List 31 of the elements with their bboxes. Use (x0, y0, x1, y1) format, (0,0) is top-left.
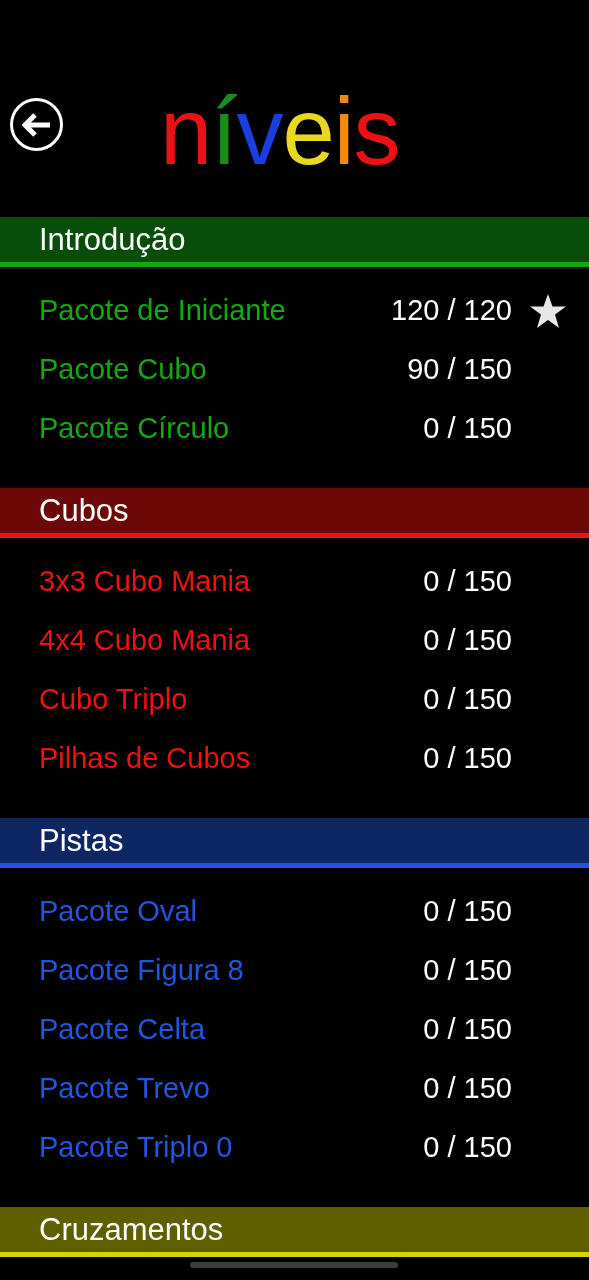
progress-count: 0 / 150 (423, 685, 512, 714)
progress-count: 0 / 150 (423, 414, 512, 443)
pack-name[interactable]: 3x3 Cubo Mania (39, 567, 251, 596)
progress-count: 0 / 150 (423, 567, 512, 596)
progress-count: 0 / 150 (423, 1015, 512, 1044)
progress-count: 0 / 150 (423, 956, 512, 985)
progress-count: 0 / 150 (423, 1133, 512, 1162)
section-title: Pistas (39, 825, 124, 856)
progress-count: 0 / 150 (423, 744, 512, 773)
pack-name[interactable]: Pilhas de Cubos (39, 744, 251, 773)
section-title: Cruzamentos (39, 1214, 224, 1245)
section-title: Introdução (39, 224, 186, 255)
progress-count: 90 / 150 (407, 355, 512, 384)
pack-name[interactable]: Pacote Oval (39, 897, 197, 926)
back-arrow-icon (21, 112, 52, 137)
pack-name[interactable]: Pacote Figura 8 (39, 956, 244, 985)
progress-count: 0 / 150 (423, 1074, 512, 1103)
pack-name[interactable]: Pacote Círculo (39, 414, 230, 443)
section-title: Cubos (39, 495, 129, 526)
back-button[interactable] (10, 98, 63, 151)
pack-name[interactable]: Pacote Trevo (39, 1074, 210, 1103)
pack-name[interactable]: Pacote de Iniciante (39, 296, 286, 325)
pack-name[interactable]: Pacote Cubo (39, 355, 207, 384)
pack-name[interactable]: Pacote Triplo 0 (39, 1133, 233, 1162)
pack-name[interactable]: 4x4 Cubo Mania (39, 626, 251, 655)
progress-count: 0 / 150 (423, 626, 512, 655)
pack-name[interactable]: Pacote Celta (39, 1015, 206, 1044)
pack-name[interactable]: Cubo Triplo (39, 685, 188, 714)
screen-title: níveis (160, 85, 400, 179)
progress-count: 0 / 150 (423, 897, 512, 926)
progress-count: 120 / 120 (391, 296, 512, 325)
